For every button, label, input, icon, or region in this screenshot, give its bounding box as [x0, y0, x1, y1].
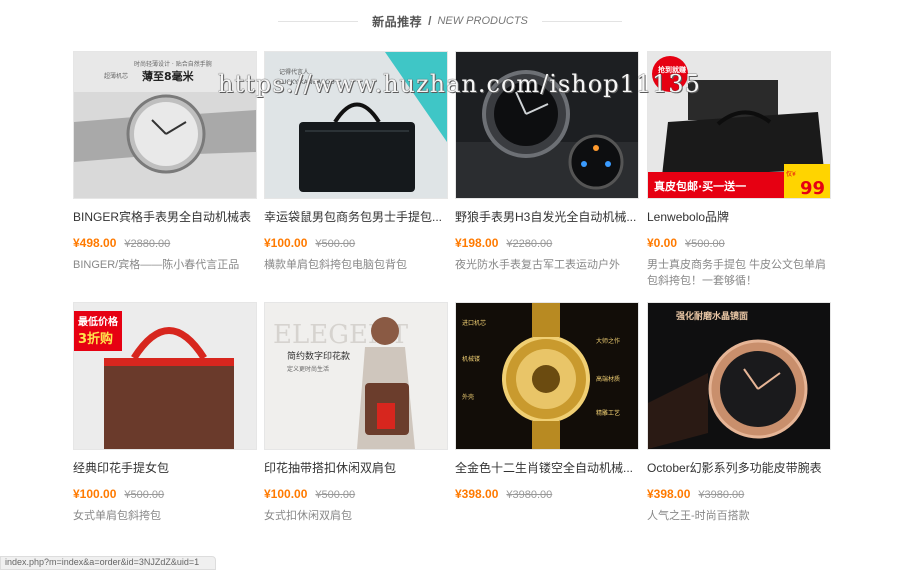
image-caption-2: 薄至8毫米 [142, 69, 195, 83]
product-card[interactable]: ELEGENT 简约数字印花款 定义更时尚生活 印花抽带搭扣休闲双肩包 ¥100… [264, 302, 448, 524]
image-caption-1: 强化耐磨水晶镜面 [676, 310, 748, 322]
product-card[interactable]: 记得代言人 LUCKY KANGAROO 幸运袋鼠男包商务包男士手提包... ¥… [264, 51, 448, 273]
product-card[interactable]: 野狼手表男H3自发光全自动机械... ¥198.00 ¥2280.00 夜光防水手… [455, 51, 639, 273]
divider-right [541, 20, 622, 22]
product-name[interactable]: 野狼手表男H3自发光全自动机械... [455, 208, 637, 225]
product-old-price: ¥3980.00 [506, 489, 553, 501]
product-desc: 男士真皮商务手提包 牛皮公文包单肩包斜挎包！一套够循！ [647, 259, 827, 287]
image-caption-2: 简约数字印花款 [287, 350, 350, 362]
product-card[interactable]: 抢到就赚 真皮包邮·买一送一 仅¥ 99 Lenwebolo品牌 ¥0.00 ¥5… [647, 51, 831, 289]
product-desc: 人气之王-时尚百搭款 [647, 510, 750, 522]
section-title-cn: 新品推荐 [372, 14, 423, 29]
section-title-en: NEW PRODUCTS [437, 15, 528, 27]
product-card[interactable]: 最低价格 3折购 经典印花手提女包 ¥100.00 ¥500.00 女式单肩包斜挎… [73, 302, 257, 524]
product-image[interactable]: 记得代言人 LUCKY KANGAROO [264, 51, 448, 199]
product-old-price: ¥500.00 [124, 489, 165, 501]
divider-left [278, 20, 359, 22]
product-price: ¥100.00 [264, 236, 308, 250]
product-desc: 女式扣休闲双肩包 [264, 510, 352, 522]
image-label: 高端材质 [596, 375, 620, 383]
image-badge: 抢到就赚 [658, 65, 686, 74]
section-title-separator: / [428, 14, 432, 28]
product-old-price: ¥500.00 [315, 489, 356, 501]
image-label: 大师之作 [596, 337, 620, 345]
product-card[interactable]: 时尚轻薄设计 · 贴合自然手腕 薄至8毫米 超薄机芯 BINGER宾格手表男全自… [73, 51, 257, 273]
image-caption-1: 记得代言人 [279, 68, 309, 76]
product-old-price: ¥500.00 [685, 238, 725, 250]
product-image[interactable]: 最低价格 3折购 [73, 302, 257, 450]
product-price: ¥198.00 [455, 236, 499, 250]
image-label: 精雕工艺 [596, 409, 620, 417]
browser-status-url: index.php?m=index&a=order&id=3NJZdZ&uid=… [0, 556, 216, 570]
product-price: ¥0.00 [647, 236, 678, 250]
product-price: ¥398.00 [647, 487, 691, 501]
product-price: ¥100.00 [264, 487, 308, 501]
product-name[interactable]: October幻影系列多功能皮带腕表 [647, 459, 829, 476]
product-name[interactable]: 全金色十二生肖镂空全自动机械... [455, 459, 637, 476]
product-image[interactable]: 强化耐磨水晶镜面 [647, 302, 831, 450]
image-label: 外壳 [462, 393, 474, 401]
product-name[interactable]: 幸运袋鼠男包商务包男士手提包... [264, 208, 446, 225]
image-caption-2: 3折购 [78, 331, 113, 347]
product-old-price: ¥2880.00 [124, 238, 171, 250]
product-card[interactable]: 进口机芯 机械镂 外壳 大师之作 高端材质 精雕工艺 全金色十二生肖镂空全自动机… [455, 302, 639, 508]
product-desc: BINGER/宾格——陈小春代言正品 [73, 259, 240, 271]
image-caption-1: 时尚轻薄设计 · 贴合自然手腕 [134, 60, 212, 68]
product-image[interactable]: 进口机芯 机械镂 外壳 大师之作 高端材质 精雕工艺 [455, 302, 639, 450]
image-label: 进口机芯 [462, 319, 486, 327]
product-name[interactable]: 印花抽带搭扣休闲双肩包 [264, 459, 446, 476]
product-image[interactable]: ELEGENT 简约数字印花款 定义更时尚生活 [264, 302, 448, 450]
product-old-price: ¥2280.00 [506, 238, 553, 250]
product-desc: 夜光防水手表复古军工表运动户外 [455, 259, 620, 271]
product-price: ¥398.00 [455, 487, 499, 501]
product-price: ¥498.00 [73, 236, 117, 250]
product-name[interactable]: 经典印花手提女包 [73, 459, 255, 476]
product-card[interactable]: 强化耐磨水晶镜面 October幻影系列多功能皮带腕表 ¥398.00 ¥3980… [647, 302, 831, 524]
image-banner: 真皮包邮·买一送一 [654, 179, 746, 193]
image-label: 机械镂 [462, 355, 480, 363]
product-price: ¥100.00 [73, 487, 117, 501]
section-header: 新品推荐 / NEW PRODUCTS [0, 12, 900, 30]
image-caption-3: 超薄机芯 [104, 72, 128, 80]
product-desc: 女式单肩包斜挎包 [73, 510, 161, 522]
product-name[interactable]: Lenwebolo品牌 [647, 208, 829, 225]
product-old-price: ¥500.00 [315, 238, 356, 250]
product-image[interactable]: 时尚轻薄设计 · 贴合自然手腕 薄至8毫米 超薄机芯 [73, 51, 257, 199]
product-old-price: ¥3980.00 [698, 489, 745, 501]
product-image[interactable] [455, 51, 639, 199]
product-desc: 横款单肩包斜挎包电脑包背包 [264, 259, 407, 271]
image-caption-1: 最低价格 [78, 315, 119, 328]
image-tag: 仅¥ [786, 170, 796, 178]
image-tag-price: 99 [800, 178, 825, 198]
product-name[interactable]: BINGER宾格手表男全自动机械表 [73, 208, 255, 225]
product-image[interactable]: 抢到就赚 真皮包邮·买一送一 仅¥ 99 [647, 51, 831, 199]
image-caption-2: LUCKY KANGAROO [279, 79, 335, 86]
image-caption-3: 定义更时尚生活 [287, 365, 329, 373]
